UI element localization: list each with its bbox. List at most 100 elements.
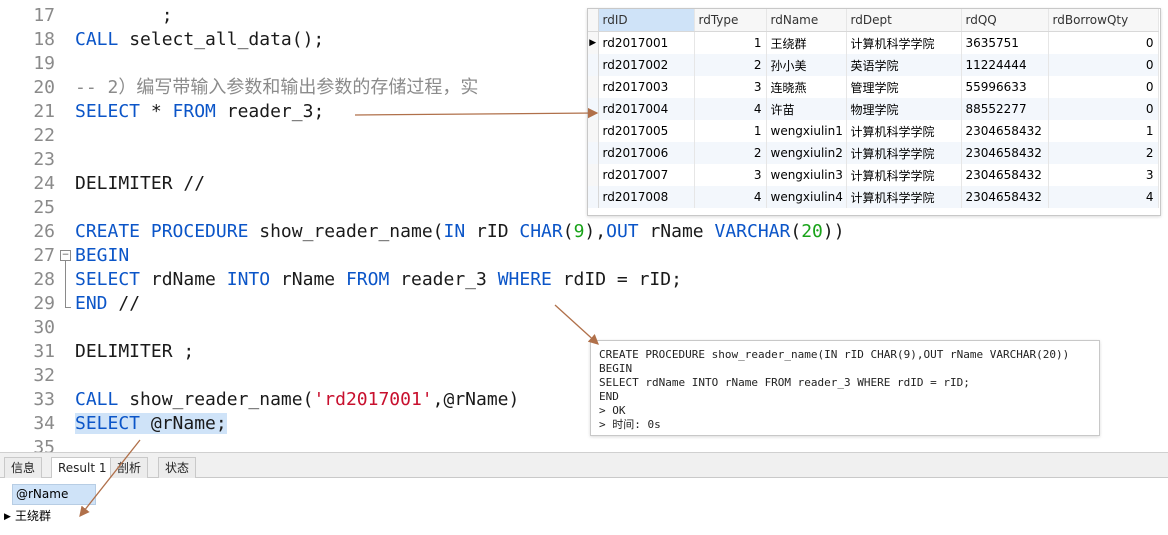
grid-cell[interactable]: 计算机科学学院 — [846, 186, 962, 208]
code-text[interactable]: DELIMITER // — [75, 172, 205, 196]
grid-row[interactable]: rd2017005 1 wengxiulin1 计算机科学学院 2304658432 1 — [588, 120, 1159, 142]
grid-cell[interactable]: 连晓燕 — [766, 76, 847, 98]
grid-column-header[interactable]: rdName — [766, 9, 847, 32]
grid-cell[interactable]: rd2017002 — [598, 54, 695, 76]
tab-info[interactable]: 信息 — [4, 457, 43, 479]
code-line[interactable]: 35 — [0, 436, 1168, 452]
grid-cell[interactable]: 2 — [1048, 142, 1159, 164]
grid-cell[interactable]: 3 — [694, 76, 767, 98]
code-line[interactable]: 26 CREATE PROCEDURE show_reader_name(IN r… — [0, 220, 1168, 244]
line-number: 21 — [33, 101, 55, 122]
grid-cell[interactable]: rd2017005 — [598, 120, 695, 142]
line-number: 20 — [33, 77, 55, 98]
code-line[interactable]: 30 — [0, 316, 1168, 340]
grid-row[interactable]: rd2017003 3 连晓燕 管理学院 55996633 0 — [588, 76, 1159, 98]
grid-cell[interactable]: rd2017001 — [598, 31, 695, 54]
grid-cell[interactable]: 孙小美 — [766, 54, 847, 76]
code-text[interactable]: CREATE PROCEDURE show_reader_name(IN rID… — [75, 220, 845, 244]
result-cell[interactable]: 王绕群 — [12, 506, 99, 527]
code-text[interactable]: END // — [75, 292, 140, 316]
grid-cell[interactable]: 3 — [1048, 164, 1159, 186]
code-text[interactable]: SELECT * FROM reader_3; — [75, 100, 324, 124]
grid-cell[interactable]: 计算机科学学院 — [846, 164, 962, 186]
grid-row[interactable]: ▶ rd2017001 1 王绕群 计算机科学学院 3635751 0 — [588, 31, 1159, 54]
grid-row[interactable]: rd2017006 2 wengxiulin2 计算机科学学院 2304658432 2 — [588, 142, 1159, 164]
row-pointer-icon: ▶ — [588, 31, 599, 54]
grid-row[interactable]: rd2017002 2 孙小美 英语学院 11224444 0 — [588, 54, 1159, 76]
grid-cell[interactable]: 1 — [694, 31, 767, 54]
grid-cell[interactable]: 2 — [694, 54, 767, 76]
line-number: 33 — [33, 389, 55, 410]
grid-cell[interactable]: 物理学院 — [846, 98, 962, 120]
code-text[interactable]: ; — [75, 4, 173, 28]
code-line[interactable]: 28 SELECT rdName INTO rName FROM reader_3… — [0, 268, 1168, 292]
grid-cell[interactable]: 0 — [1048, 98, 1159, 120]
grid-cell[interactable]: 计算机科学学院 — [846, 31, 962, 54]
grid-cell[interactable]: 计算机科学学院 — [846, 120, 962, 142]
grid-cell[interactable]: 4 — [1048, 186, 1159, 208]
line-number: 30 — [33, 317, 55, 338]
grid-cell[interactable]: rd2017006 — [598, 142, 695, 164]
grid-cell[interactable]: 2304658432 — [961, 142, 1049, 164]
code-line[interactable]: 29 END // — [0, 292, 1168, 316]
code-text[interactable]: CALL select_all_data(); — [75, 28, 324, 52]
result-column-header[interactable]: @rName — [12, 484, 96, 505]
grid-cell[interactable]: 2304658432 — [961, 186, 1049, 208]
grid-cell[interactable]: 4 — [694, 186, 767, 208]
grid-cell[interactable]: wengxiulin2 — [766, 142, 847, 164]
grid-cell[interactable]: wengxiulin3 — [766, 164, 847, 186]
grid-cell[interactable]: 0 — [1048, 54, 1159, 76]
grid-cell[interactable]: rd2017003 — [598, 76, 695, 98]
tab-profile[interactable]: 剖析 — [110, 457, 149, 479]
grid-cell[interactable]: 计算机科学学院 — [846, 142, 962, 164]
grid-cell[interactable]: 2 — [694, 142, 767, 164]
grid-column-header[interactable]: rdType — [694, 9, 767, 32]
code-text[interactable]: BEGIN — [75, 244, 129, 268]
grid-cell[interactable]: 0 — [1048, 31, 1159, 54]
code-text[interactable]: CALL show_reader_name('rd2017001',@rName… — [75, 388, 519, 412]
grid-cell[interactable]: 管理学院 — [846, 76, 962, 98]
result-panel: @rName ▶ 王绕群 — [0, 478, 1168, 535]
line-number: 23 — [33, 149, 55, 170]
grid-cell[interactable]: rd2017008 — [598, 186, 695, 208]
reader-result-grid[interactable]: rdID rdType rdName rdDept rdQQ rdBorrowQty ▶ r… — [587, 8, 1161, 216]
grid-cell[interactable]: 3635751 — [961, 31, 1049, 54]
grid-cell[interactable]: 2304658432 — [961, 164, 1049, 186]
grid-column-header[interactable]: rdDept — [846, 9, 962, 32]
grid-cell[interactable]: 王绕群 — [766, 31, 847, 54]
code-text[interactable]: SELECT rdName INTO rName FROM reader_3 W… — [75, 268, 682, 292]
grid-cell[interactable]: 4 — [694, 98, 767, 120]
line-number: 19 — [33, 53, 55, 74]
grid-cell[interactable]: rd2017004 — [598, 98, 695, 120]
code-text[interactable]: -- 2）编写带输入参数和输出参数的存储过程，实 — [75, 76, 478, 100]
row-indicator — [588, 76, 599, 98]
grid-cell[interactable]: 11224444 — [961, 54, 1049, 76]
grid-row[interactable]: rd2017008 4 wengxiulin4 计算机科学学院 2304658432 4 — [588, 186, 1159, 208]
line-number: 34 — [33, 413, 55, 434]
grid-column-header[interactable]: rdBorrowQty — [1048, 9, 1159, 32]
tab-status[interactable]: 状态 — [158, 457, 197, 479]
grid-row[interactable]: rd2017004 4 许苗 物理学院 88552277 0 — [588, 98, 1159, 120]
row-indicator — [588, 164, 599, 186]
grid-cell[interactable]: 1 — [1048, 120, 1159, 142]
tab-result-1[interactable]: Result 1 — [51, 457, 114, 480]
grid-cell[interactable]: 许苗 — [766, 98, 847, 120]
grid-cell[interactable]: wengxiulin1 — [766, 120, 847, 142]
grid-cell[interactable]: rd2017007 — [598, 164, 695, 186]
code-line[interactable]: 27 BEGIN — [0, 244, 1168, 268]
grid-cell[interactable]: 3 — [694, 164, 767, 186]
grid-row[interactable]: rd2017007 3 wengxiulin3 计算机科学学院 2304658432 3 — [588, 164, 1159, 186]
grid-column-header[interactable]: rdQQ — [961, 9, 1049, 32]
grid-cell[interactable]: 2304658432 — [961, 120, 1049, 142]
grid-column-header[interactable]: rdID — [598, 9, 695, 32]
grid-cell[interactable]: 88552277 — [961, 98, 1049, 120]
grid-cell[interactable]: 0 — [1048, 76, 1159, 98]
code-text[interactable]: DELIMITER ; — [75, 340, 194, 364]
fold-guide-end — [65, 307, 71, 308]
code-text[interactable]: SELECT @rName; — [75, 412, 227, 436]
grid-cell[interactable]: wengxiulin4 — [766, 186, 847, 208]
grid-cell[interactable]: 55996633 — [961, 76, 1049, 98]
line-number: 17 — [33, 5, 55, 26]
grid-cell[interactable]: 英语学院 — [846, 54, 962, 76]
grid-cell[interactable]: 1 — [694, 120, 767, 142]
